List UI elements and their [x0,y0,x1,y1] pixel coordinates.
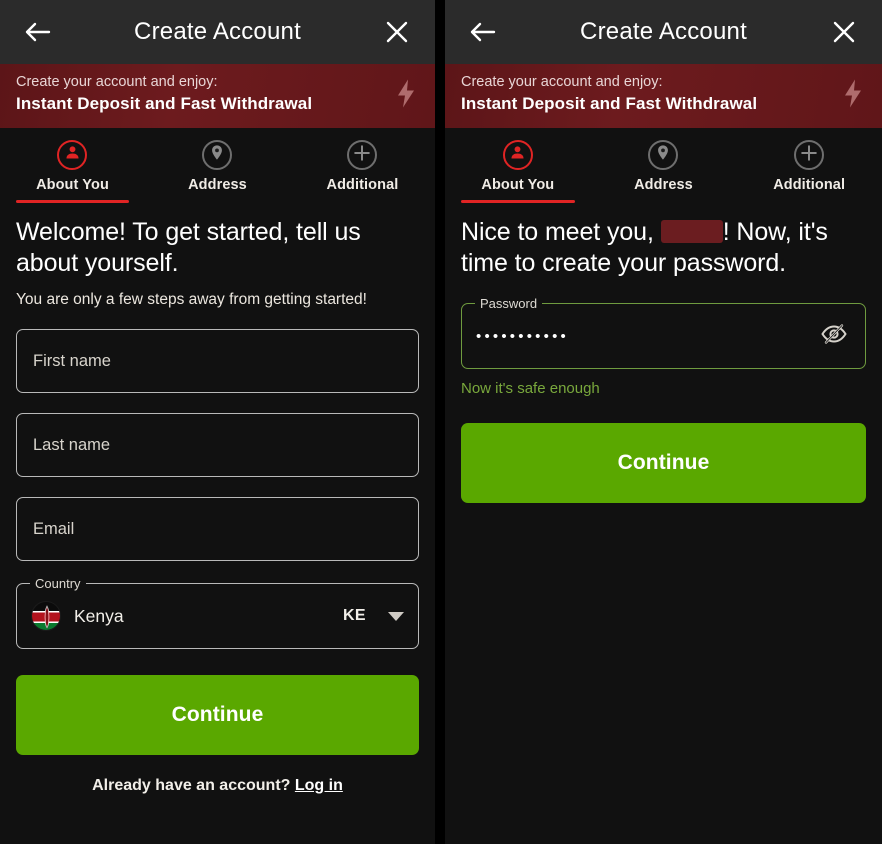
back-button[interactable] [18,12,58,52]
password-strength-helper: Now it's safe enough [461,380,600,397]
country-code: KE [342,607,366,624]
close-icon [831,19,857,45]
screen-about-you: Create Account Create your account and e… [0,0,435,844]
password-masked-value: ••••••••••• [476,327,569,345]
headline-text-before: Nice to meet you, [461,218,661,246]
close-button-2[interactable] [824,12,864,52]
toggle-password-visibility-button[interactable] [817,319,851,353]
step-circle-address [648,140,679,170]
plus-icon [800,144,818,167]
promo-line-1: Create your account and enjoy: [461,74,663,90]
arrow-left-icon [25,21,51,43]
promo-line-2: Instant Deposit and Fast Withdrawal [16,94,313,113]
screen-divider [435,0,445,844]
dual-screen-comparison: Create Account Create your account and e… [0,0,882,844]
close-button[interactable] [377,12,417,52]
continue-button[interactable]: Continue [16,675,419,755]
plus-icon [353,144,371,167]
progress-stepper: About You Address Additional [0,128,435,203]
screen-create-password: Create Account Create your account and e… [445,0,882,844]
arrow-left-icon [470,21,496,43]
close-icon [384,19,410,45]
app-bar-2: Create Account [445,0,882,64]
step-label-about-you: About You [36,177,109,193]
kenya-flag-icon [31,601,61,631]
progress-stepper-2: About You Address Additional [445,128,882,203]
first-name-placeholder: First name [33,351,111,370]
step-circle-about-you [502,140,533,170]
step-label-additional: Additional [773,177,846,193]
promo-line-1: Create your account and enjoy: [16,74,218,90]
step-address[interactable]: Address [591,140,737,203]
step-additional[interactable]: Additional [290,140,435,203]
last-name-placeholder: Last name [33,435,111,454]
step-label-about-you: About You [481,177,555,193]
promo-line-2: Instant Deposit and Fast Withdrawal [461,94,758,113]
email-input[interactable]: Email [16,497,419,561]
country-name: Kenya [74,605,124,626]
promo-banner: Create your account and enjoy: Instant D… [0,64,435,128]
step-circle-address [202,140,233,170]
active-step-underline [461,200,575,203]
lightning-bolt-icon [395,79,417,114]
person-icon [509,144,526,166]
chevron-down-icon [388,611,404,621]
last-name-input[interactable]: Last name [16,413,419,477]
lightning-bolt-icon [842,79,864,114]
login-prompt-text: Already have an account? [92,777,291,794]
step-circle-additional [347,140,378,170]
page-title-2: Create Account [580,18,747,45]
step-label-address: Address [188,177,247,193]
country-label: Country [30,576,86,591]
person-icon [64,144,81,166]
login-prompt: Already have an account? Log in [16,777,419,795]
continue-button-2[interactable]: Continue [461,423,866,503]
password-input[interactable]: Password ••••••••••• [461,296,866,369]
step-additional[interactable]: Additional [736,140,882,203]
step-about-you[interactable]: About You [445,140,591,203]
step-about-you[interactable]: About You [0,140,145,203]
country-selector[interactable]: Country Kenya KE [16,576,419,649]
password-headline: Nice to meet you, ! Now, it's time to cr… [461,217,866,279]
step-label-additional: Additional [326,177,399,193]
welcome-subheadline: You are only a few steps away from getti… [16,291,367,308]
promo-banner-2: Create your account and enjoy: Instant D… [445,64,882,128]
password-content: Nice to meet you, ! Now, it's time to cr… [445,217,882,503]
first-name-input[interactable]: First name [16,329,419,393]
step-address[interactable]: Address [145,140,290,203]
form-content: Welcome! To get started, tell us about y… [0,217,435,795]
active-step-underline [16,200,129,203]
location-pin-icon [655,144,671,166]
app-bar: Create Account [0,0,435,64]
step-circle-additional [794,140,825,170]
redacted-name [660,220,723,243]
step-circle-about-you [57,140,88,170]
email-placeholder: Email [33,519,75,538]
login-link[interactable]: Log in [295,777,343,794]
step-label-address: Address [634,177,693,193]
welcome-headline: Welcome! To get started, tell us about y… [16,218,361,277]
location-pin-icon [209,144,225,166]
eye-off-icon [820,322,848,351]
password-label: Password [475,296,543,311]
page-title: Create Account [134,18,301,45]
back-button-2[interactable] [463,12,503,52]
